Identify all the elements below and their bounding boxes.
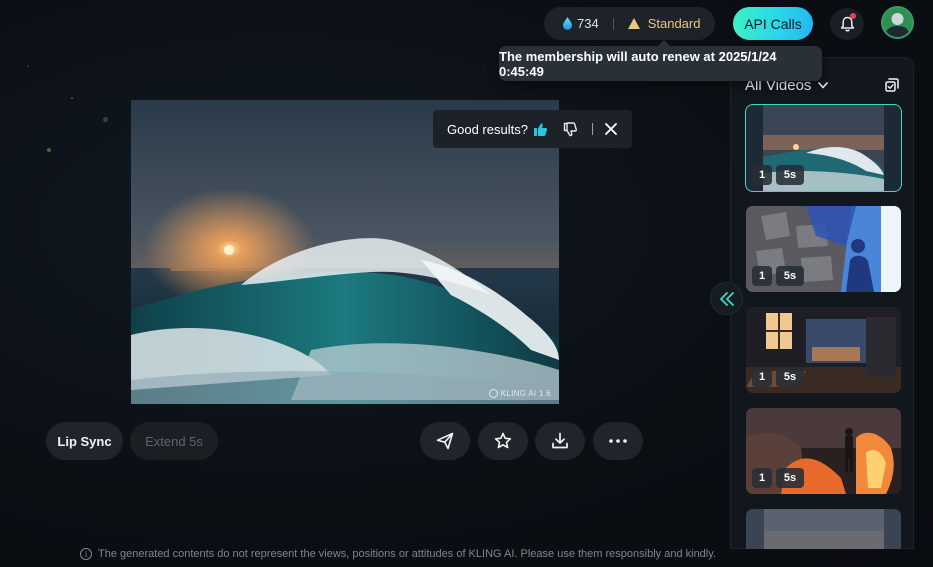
info-icon: i [80,548,92,560]
disclaimer-text: The generated contents do not represent … [98,548,716,560]
avatar[interactable] [881,6,914,39]
share-button[interactable] [420,422,470,460]
video-thumbnail[interactable]: 1 5s [746,408,901,494]
feedback-bar: Good results? [433,110,632,148]
tooltip-text: The membership will auto renew at 2025/1… [499,48,777,79]
thumbnail-image [746,509,901,549]
thumb-duration-badge: 5s [776,165,804,185]
thumb-duration-badge: 5s [776,468,804,488]
tooltip-arrow [658,40,670,46]
favorite-button[interactable] [478,422,528,460]
close-icon[interactable] [605,123,617,135]
share-icon [436,432,454,450]
thumbs-down-icon[interactable] [563,121,578,137]
triangle-icon [627,18,640,29]
disclaimer: i The generated contents do not represen… [80,548,716,560]
chevron-down-icon [818,82,829,89]
pill-divider [612,17,614,30]
star-icon [494,432,512,449]
more-options-button[interactable] [593,422,643,460]
thumb-count-badge: 1 [752,266,772,286]
feedback-divider [591,123,593,135]
lip-sync-button[interactable]: Lip Sync [46,422,123,460]
api-calls-button[interactable]: API Calls [733,7,813,40]
video-thumbnail[interactable]: 1 5s [745,104,902,192]
drop-icon [563,17,572,30]
thumb-count-badge: 1 [752,165,772,185]
notifications-button[interactable] [830,8,864,40]
video-thumbnail[interactable]: 1 5s [746,206,901,292]
video-watermark: KLING AI 1.6 [488,389,551,398]
plan-label: Standard [647,16,701,31]
video-thumbnail[interactable] [746,509,901,549]
notification-dot [850,13,856,19]
thumb-duration-badge: 5s [776,367,804,387]
double-chevron-left-icon [719,291,734,306]
extend-button[interactable]: Extend 5s [130,422,218,460]
thumbs-up-icon[interactable] [533,122,548,137]
download-icon [552,432,568,449]
multi-select-icon [885,78,899,92]
videos-panel: All Videos 1 5s 1 5s 1 5s 1 5s [730,57,914,549]
background-speck [47,148,51,152]
background-speck [27,65,29,67]
credits-pill[interactable]: 734 Standard [544,7,715,40]
video-thumbnail[interactable]: 1 5s [746,307,901,393]
thumb-count-badge: 1 [752,468,772,488]
kling-logo-icon [488,389,498,398]
membership-tooltip: The membership will auto renew at 2025/1… [499,40,822,81]
download-button[interactable] [535,422,585,460]
background-speck [71,97,73,99]
background-speck [103,117,108,122]
collapse-panel-button[interactable] [710,282,743,315]
feedback-label: Good results? [447,121,528,137]
multi-select-button[interactable] [885,78,899,97]
thumb-count-badge: 1 [752,367,772,387]
more-icon [609,439,627,443]
credits-value: 734 [577,16,599,31]
watermark-text: KLING AI 1.6 [500,389,551,398]
user-icon [885,13,910,37]
thumb-duration-badge: 5s [776,266,804,286]
